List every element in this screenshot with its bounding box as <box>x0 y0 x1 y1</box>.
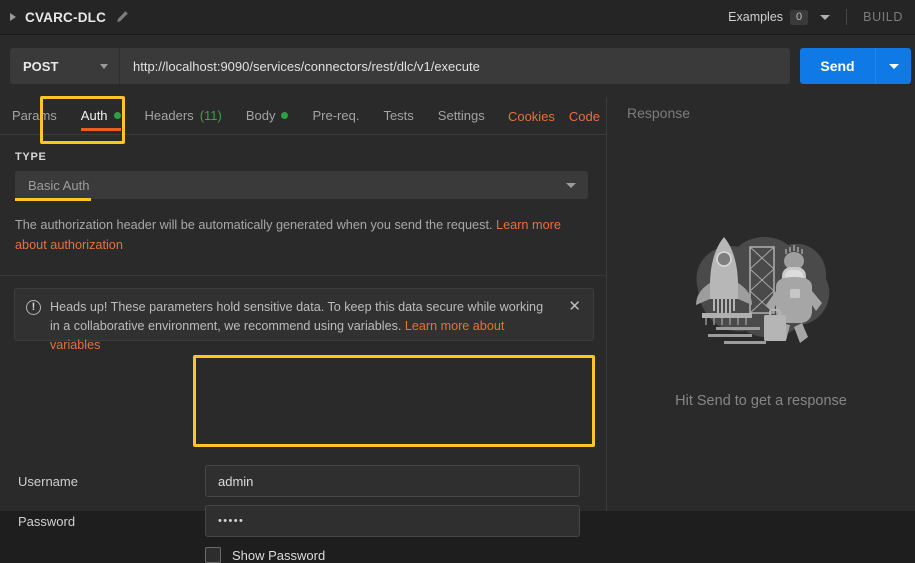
title-bar-right: Examples 0 BUILD <box>728 9 915 25</box>
request-tabs: Params Auth Headers (11) Body Pre-req. T… <box>0 97 606 135</box>
auth-description: The authorization header will be automat… <box>15 215 581 255</box>
status-dot-icon <box>281 112 288 119</box>
password-label: Password <box>18 514 75 529</box>
show-password-row[interactable]: Show Password <box>205 547 325 563</box>
tab-label: Params <box>12 108 57 123</box>
chevron-down-icon <box>889 64 899 69</box>
send-button-group: Send <box>800 48 911 84</box>
auth-type-value: Basic Auth <box>28 178 89 193</box>
tab-auth[interactable]: Auth <box>69 97 133 135</box>
build-button[interactable]: BUILD <box>863 10 903 24</box>
tab-label: Pre-req. <box>312 108 359 123</box>
title-bar-left: CVARC-DLC <box>0 10 129 25</box>
chevron-down-icon <box>100 64 108 69</box>
username-label: Username <box>18 474 78 489</box>
http-method-select[interactable]: POST <box>10 48 120 84</box>
tab-params[interactable]: Params <box>0 97 69 135</box>
auth-description-text: The authorization header will be automat… <box>15 218 496 232</box>
send-button[interactable]: Send <box>800 48 875 84</box>
auth-type-highlight-underline <box>15 198 91 201</box>
tab-label: Auth <box>81 108 108 123</box>
response-empty-state: Hit Send to get a response <box>607 97 915 511</box>
cookies-link[interactable]: Cookies <box>508 109 555 124</box>
send-options-button[interactable] <box>875 48 911 84</box>
pencil-icon[interactable] <box>115 10 129 24</box>
chevron-down-icon[interactable] <box>820 15 830 20</box>
show-password-checkbox[interactable] <box>205 547 221 563</box>
tab-headers[interactable]: Headers (11) <box>133 97 234 135</box>
username-input[interactable]: admin <box>205 465 580 497</box>
tab-tests[interactable]: Tests <box>371 97 425 135</box>
title-bar: CVARC-DLC Examples 0 BUILD <box>0 0 915 35</box>
empty-state-message: Hit Send to get a response <box>675 393 847 409</box>
tab-label: Tests <box>383 108 413 123</box>
examples-label: Examples <box>728 10 783 24</box>
url-bar: POST http://localhost:9090/services/conn… <box>0 35 915 97</box>
tab-body[interactable]: Body <box>234 97 301 135</box>
exclamation-circle-icon: ! <box>26 300 41 315</box>
warning-text-block: Heads up! These parameters hold sensitiv… <box>50 298 555 355</box>
status-dot-icon <box>114 112 121 119</box>
auth-type-label: TYPE <box>15 151 47 163</box>
chevron-down-icon <box>566 183 576 188</box>
auth-type-select[interactable]: Basic Auth <box>15 171 588 199</box>
close-icon[interactable]: ✕ <box>566 300 583 314</box>
tab-label: Headers <box>145 108 194 123</box>
sensitive-data-warning: ! Heads up! These parameters hold sensit… <box>14 288 594 341</box>
url-input[interactable]: http://localhost:9090/services/connector… <box>120 48 790 84</box>
headers-count: (11) <box>200 108 222 123</box>
tab-label: Body <box>246 108 276 123</box>
rocket-astronaut-illustration <box>676 227 846 367</box>
toolbar-divider <box>846 9 847 25</box>
examples-count-badge: 0 <box>790 10 808 25</box>
response-panel: Response <box>607 97 915 511</box>
triangle-right-icon[interactable] <box>10 13 16 21</box>
tab-label: Settings <box>438 108 485 123</box>
http-method-label: POST <box>23 59 58 74</box>
show-password-label: Show Password <box>232 548 325 563</box>
section-divider <box>0 275 606 276</box>
tabs-right-actions: Cookies Code <box>508 97 600 135</box>
tab-settings[interactable]: Settings <box>426 97 497 135</box>
tab-prerequest[interactable]: Pre-req. <box>300 97 371 135</box>
request-title: CVARC-DLC <box>25 10 106 25</box>
code-link[interactable]: Code <box>569 109 600 124</box>
request-panel: Params Auth Headers (11) Body Pre-req. T… <box>0 97 606 511</box>
password-input[interactable]: ••••• <box>205 505 580 537</box>
